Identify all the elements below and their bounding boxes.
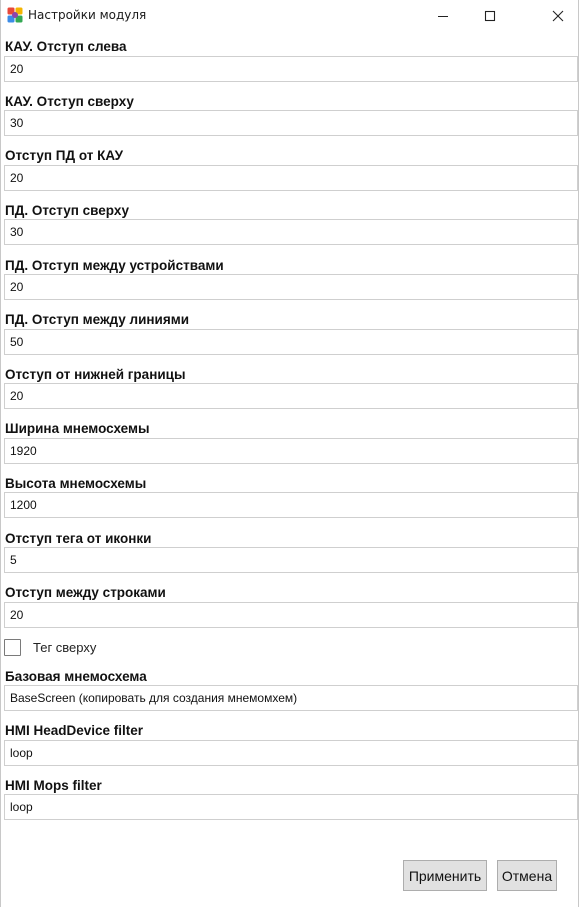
pd-device-spacing-label: ПД. Отступ между устройствами: [5, 258, 224, 273]
close-icon: [552, 10, 564, 21]
hmi-headdevice-filter-input[interactable]: [4, 740, 578, 766]
minimize-icon: [438, 15, 448, 17]
pd-device-spacing-input[interactable]: [4, 274, 578, 300]
pd-top-offset-label: ПД. Отступ сверху: [5, 203, 130, 218]
apply-button[interactable]: Применить: [403, 860, 487, 891]
cancel-button[interactable]: Отмена: [497, 860, 557, 891]
close-button[interactable]: [535, 0, 579, 31]
tag-icon-offset-input[interactable]: [4, 547, 578, 573]
pd-from-kau-offset-label: Отступ ПД от КАУ: [5, 148, 124, 163]
bottom-offset-input[interactable]: [4, 383, 578, 409]
pd-line-spacing-input[interactable]: [4, 329, 578, 355]
window-title: Настройки модуля: [28, 8, 147, 22]
kau-left-offset-label: КАУ. Отступ слева: [5, 39, 127, 54]
kau-left-offset-input[interactable]: [4, 56, 578, 82]
tag-on-top-checkbox[interactable]: [4, 638, 21, 656]
maximize-icon: [484, 10, 496, 21]
bottom-offset-label: Отступ от нижней границы: [5, 367, 186, 382]
hmi-headdevice-filter-label: HMI HeadDevice filter: [5, 723, 144, 738]
hmi-mops-filter-input[interactable]: [4, 794, 578, 820]
settings-window: Настройки модуля КАУ. Отступ слева КАУ. …: [0, 0, 579, 907]
screen-width-label: Ширина мнемосхемы: [5, 421, 150, 436]
row-spacing-input[interactable]: [4, 602, 578, 628]
base-screen-label: Базовая мнемосхема: [5, 669, 147, 684]
pd-top-offset-input[interactable]: [4, 219, 578, 245]
hmi-mops-filter-label: HMI Mops filter: [5, 778, 102, 793]
tag-on-top-row[interactable]: Тег сверху: [4, 637, 96, 657]
pd-line-spacing-label: ПД. Отступ между линиями: [5, 312, 189, 327]
kau-top-offset-input[interactable]: [4, 110, 578, 136]
tag-on-top-label: Тег сверху: [33, 639, 97, 655]
app-logo-icon: [7, 7, 23, 23]
title-bar[interactable]: Настройки модуля: [1, 0, 578, 31]
tag-icon-offset-label: Отступ тега от иконки: [5, 531, 152, 546]
screen-height-input[interactable]: [4, 492, 578, 518]
minimize-button[interactable]: [420, 0, 466, 31]
pd-from-kau-offset-input[interactable]: [4, 165, 578, 191]
maximize-button[interactable]: [467, 0, 513, 31]
base-screen-input[interactable]: [4, 685, 578, 711]
screen-height-label: Высота мнемосхемы: [5, 476, 147, 491]
screen-width-input[interactable]: [4, 438, 578, 464]
kau-top-offset-label: КАУ. Отступ сверху: [5, 94, 134, 109]
row-spacing-label: Отступ между строками: [5, 585, 166, 600]
